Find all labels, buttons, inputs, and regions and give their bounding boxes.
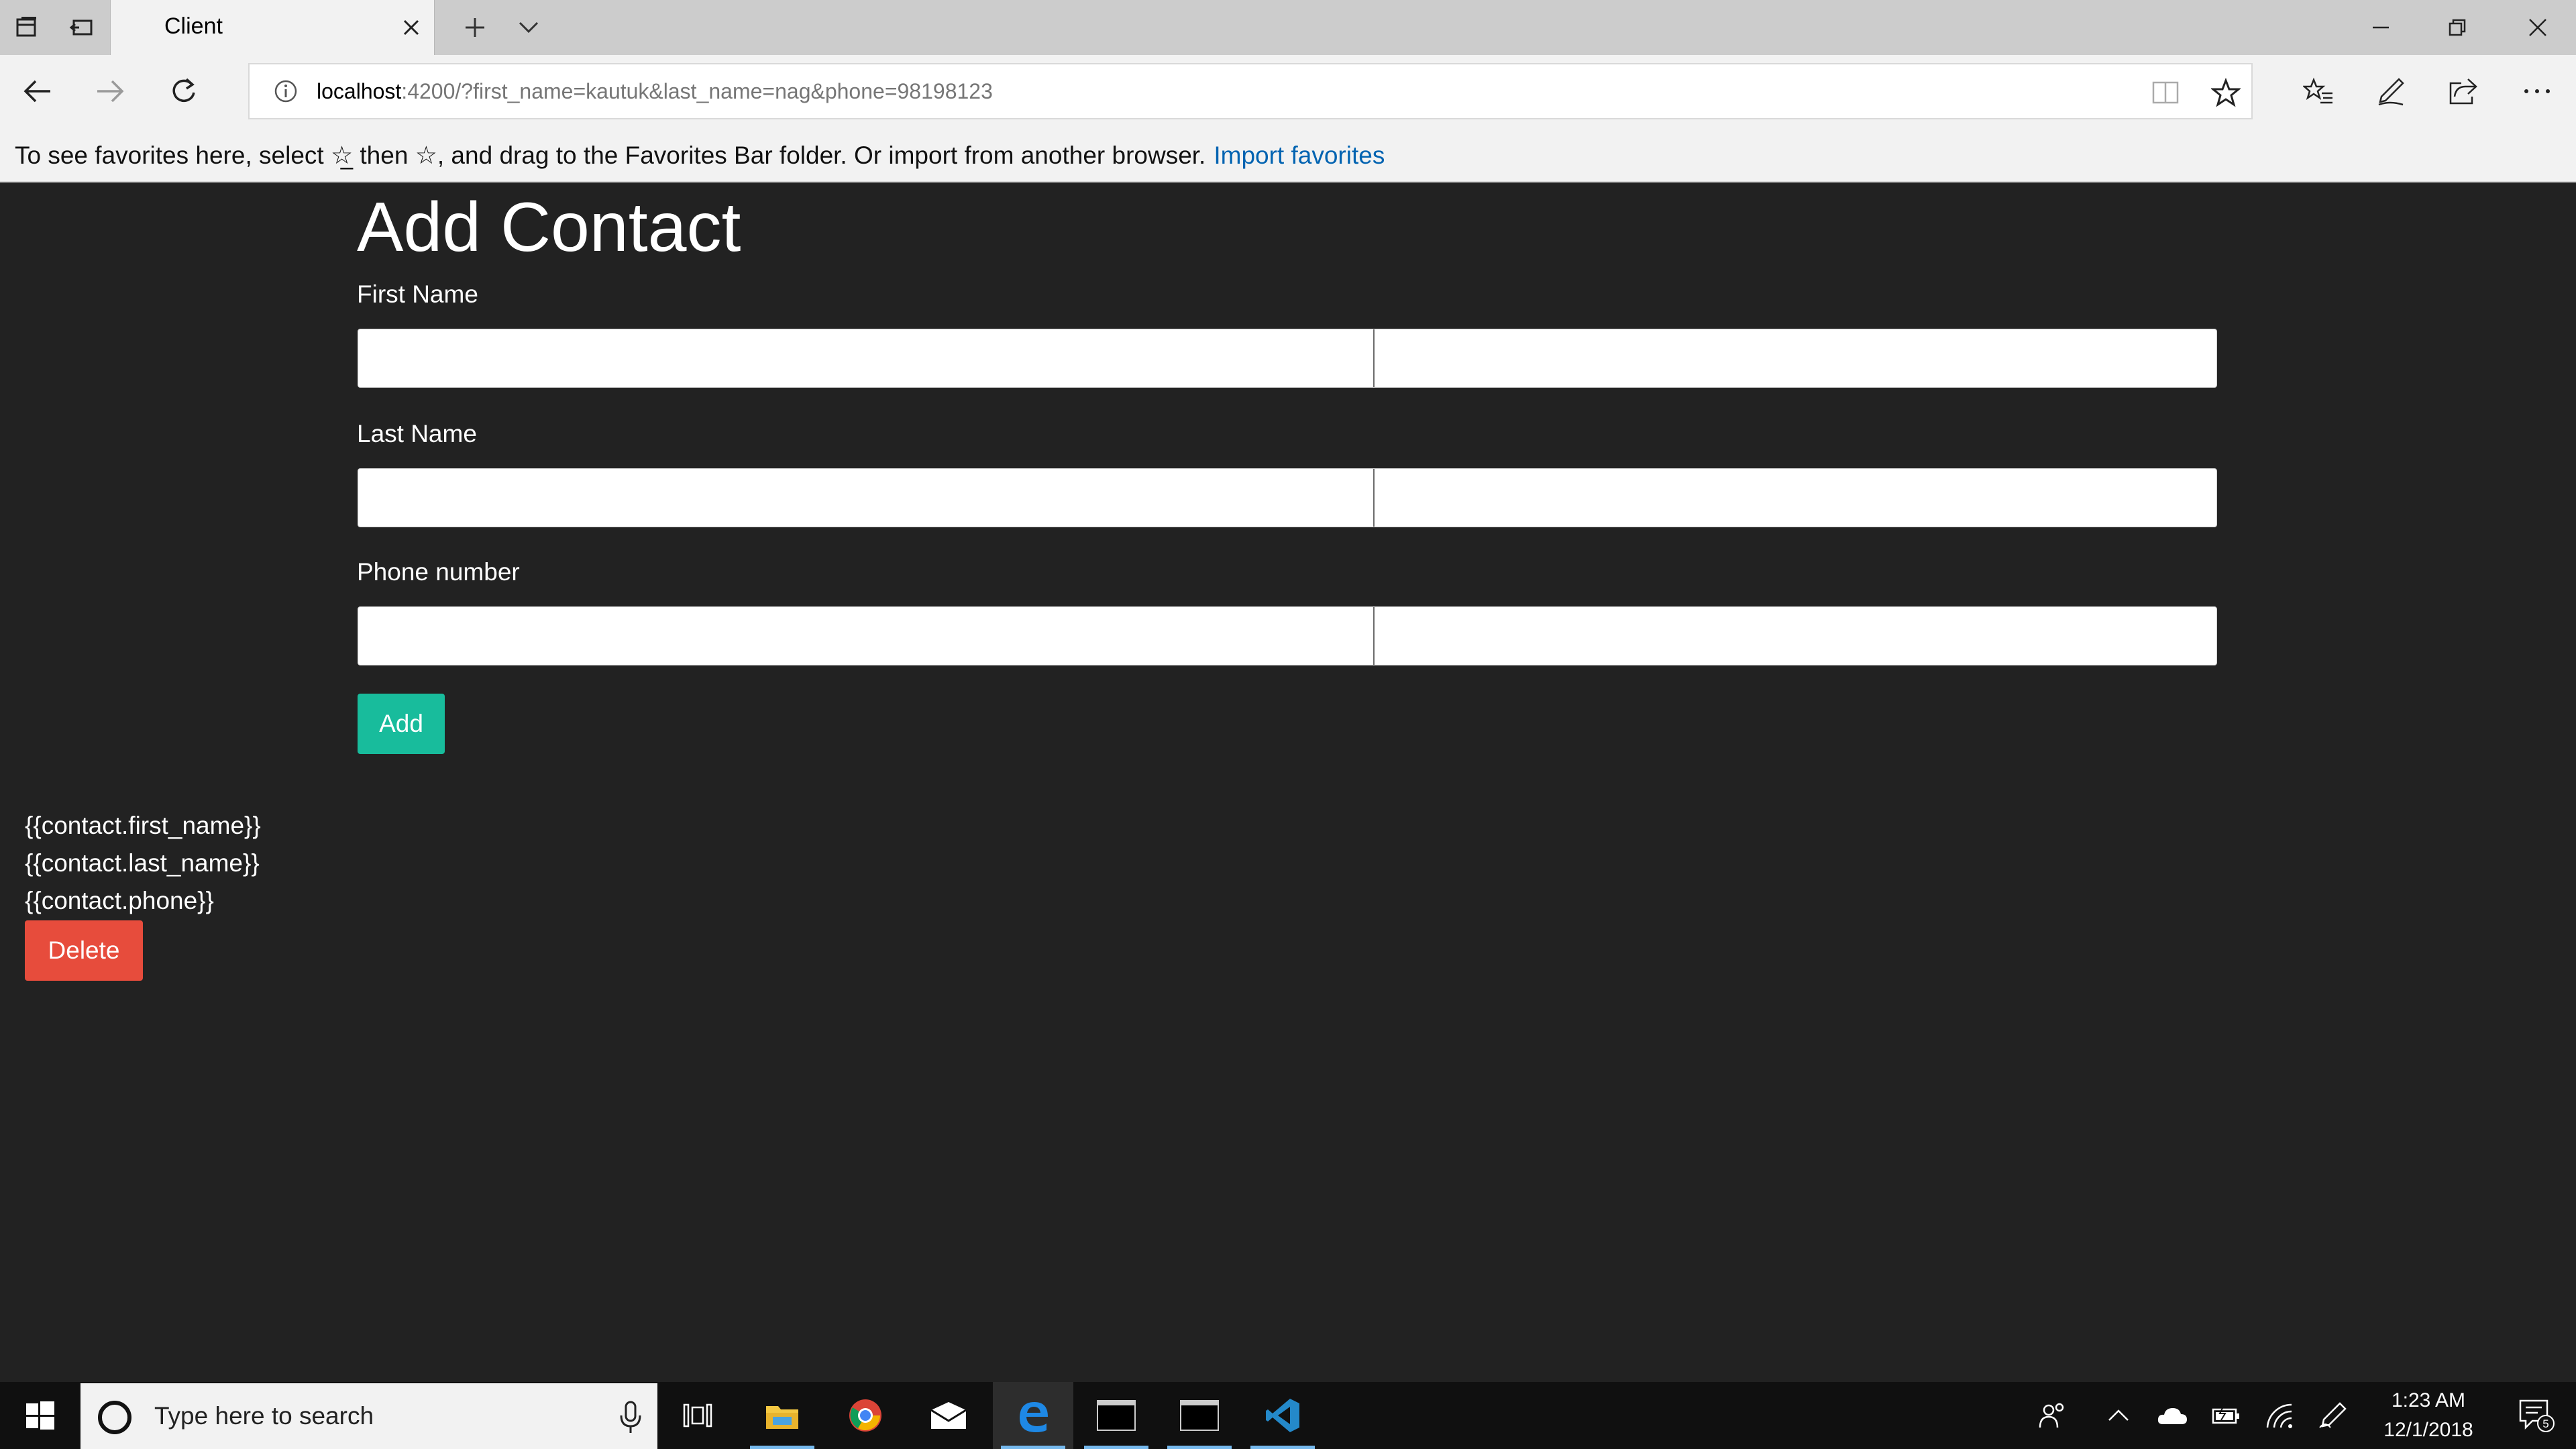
url-host: localhost: [317, 79, 402, 103]
address-bar[interactable]: localhost:4200/?first_name=kautuk&last_n…: [248, 63, 2253, 119]
page-title: Add Contact: [357, 189, 741, 266]
back-icon[interactable]: [12, 66, 63, 117]
terminal-window-icon[interactable]: [1159, 1382, 1240, 1449]
people-icon[interactable]: [2026, 1382, 2080, 1449]
phone-number-label: Phone number: [357, 558, 520, 586]
input-divider: [1373, 469, 1375, 527]
task-view-icon[interactable]: [657, 1382, 738, 1449]
browser-tab-client[interactable]: Client: [110, 0, 435, 55]
notification-count: 5: [2542, 1417, 2548, 1430]
reading-view-icon[interactable]: [2148, 75, 2183, 110]
input-divider: [1373, 607, 1375, 665]
terminal-window-icon[interactable]: [1076, 1382, 1157, 1449]
pen-workspace-icon[interactable]: [2306, 1382, 2360, 1449]
import-favorites-link[interactable]: Import favorites: [1214, 142, 1385, 169]
minimize-icon[interactable]: [2343, 0, 2419, 55]
chrome-icon[interactable]: [825, 1382, 906, 1449]
windows-start-icon[interactable]: [0, 1382, 80, 1449]
last-name-label: Last Name: [357, 420, 477, 447]
set-aside-tabs-icon[interactable]: [0, 0, 54, 55]
last-name-input[interactable]: [358, 468, 2217, 527]
navigation-toolbar: localhost:4200/?first_name=kautuk&last_n…: [0, 55, 2576, 126]
phone-number-input[interactable]: [358, 606, 2217, 665]
mail-icon[interactable]: [908, 1382, 989, 1449]
favorites-bar: To see favorites here, select ☆̲ then ☆,…: [0, 126, 2576, 182]
title-bar: Client: [0, 0, 2576, 55]
url-text[interactable]: localhost:4200/?first_name=kautuk&last_n…: [317, 79, 993, 104]
tab-title: Client: [164, 13, 223, 39]
action-center-icon[interactable]: 5: [2497, 1382, 2576, 1449]
vscode-icon[interactable]: [1242, 1382, 1323, 1449]
file-explorer-icon[interactable]: [742, 1382, 822, 1449]
close-window-icon[interactable]: [2500, 0, 2576, 55]
edge-browser-icon[interactable]: [993, 1382, 1073, 1449]
clock-time: 1:23 AM: [2391, 1389, 2466, 1411]
tab-preview-chevron-icon[interactable]: [510, 11, 547, 44]
wifi-icon[interactable]: [2253, 1382, 2306, 1449]
taskbar-search-box[interactable]: Type here to search: [80, 1383, 657, 1449]
first-name-input[interactable]: [358, 329, 2217, 388]
restore-icon[interactable]: [2419, 0, 2496, 55]
web-note-pen-icon[interactable]: [2365, 66, 2416, 117]
first-name-label: First Name: [357, 280, 478, 308]
favorites-hint-text: To see favorites here, select ☆̲ then ☆,…: [15, 142, 1206, 169]
show-hidden-icons-chevron-icon[interactable]: [2092, 1382, 2145, 1449]
favorites-bar-message: To see favorites here, select ☆̲ then ☆,…: [15, 141, 1385, 170]
url-path: :4200/?first_name=kautuk&last_name=nag&p…: [401, 79, 993, 103]
windows-taskbar: Type here to search 1:23 AM 12/1/2018 5: [0, 1382, 2576, 1449]
delete-button[interactable]: Delete: [25, 920, 143, 981]
microphone-icon[interactable]: [617, 1398, 644, 1436]
cortana-icon: [98, 1401, 131, 1434]
refresh-icon[interactable]: [158, 66, 209, 117]
site-info-icon[interactable]: [272, 78, 299, 105]
share-icon[interactable]: [2438, 66, 2489, 117]
forward-icon[interactable]: [85, 66, 136, 117]
battery-icon[interactable]: [2199, 1382, 2253, 1449]
new-tab-icon[interactable]: [456, 11, 494, 44]
contact-phone: {{contact.phone}}: [25, 887, 214, 914]
input-divider: [1373, 329, 1375, 387]
contact-last-name: {{contact.last_name}}: [25, 849, 260, 877]
contact-first-name: {{contact.first_name}}: [25, 812, 261, 839]
system-clock[interactable]: 1:23 AM 12/1/2018: [2361, 1386, 2496, 1445]
search-placeholder: Type here to search: [154, 1402, 374, 1430]
close-tab-icon[interactable]: [395, 11, 427, 44]
page-content: Add Contact First Name Last Name Phone n…: [0, 182, 2576, 1382]
add-favorite-star-icon[interactable]: [2208, 75, 2243, 110]
favorites-hub-icon[interactable]: [2293, 66, 2344, 117]
tabs-aside-icon[interactable]: [55, 0, 109, 55]
clock-date: 12/1/2018: [2383, 1419, 2473, 1441]
add-button[interactable]: Add: [358, 694, 445, 754]
more-options-icon[interactable]: [2512, 66, 2563, 117]
onedrive-cloud-icon[interactable]: [2145, 1382, 2199, 1449]
